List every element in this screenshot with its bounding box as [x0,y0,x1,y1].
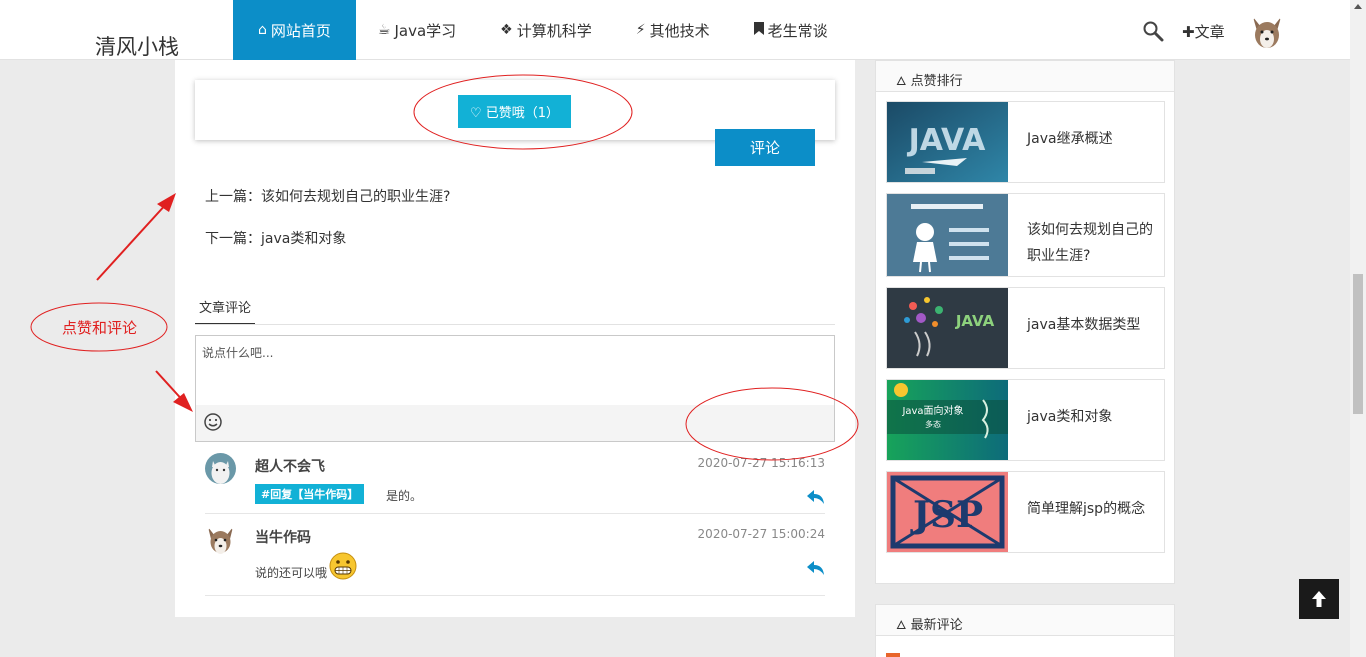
nav-label: Java学习 [394,21,457,40]
write-article-button[interactable]: ✚文章 [1182,21,1225,42]
nav-item-other[interactable]: ⚡ 其他技术 [614,0,732,60]
ranking-thumbnail: JAVA [887,102,1008,182]
ranking-item[interactable]: 该如何去规划自己的 职业生涯? [886,193,1165,277]
annotation-arrow-up [96,201,169,281]
ranking-item[interactable]: JSP 简单理解jsp的概念 [886,471,1165,553]
sidebar-heading: 🜂 最新评论 [876,605,1174,636]
svg-text:JSP: JSP [910,494,983,536]
back-to-top-button[interactable] [1299,579,1339,619]
scroll-thumb[interactable] [1353,274,1363,414]
divider [205,513,825,514]
comment-input[interactable]: 说点什么吧... [202,344,273,361]
ranking-title-line: 该如何去规划自己的 [1027,222,1153,238]
comment-time: 2020-07-27 15:16:13 [697,456,825,470]
nav-item-cs[interactable]: ❖ 计算机科学 [478,0,614,60]
arrow-up-icon [1312,591,1326,607]
comment-text: 说的还可以哦 [255,566,328,580]
svg-text:JAVA: JAVA [907,123,987,158]
comment-time: 2020-07-27 15:00:24 [697,527,825,541]
scroll-up-arrow-icon[interactable] [1354,4,1362,9]
svg-text:多态: 多态 [925,419,941,429]
commenter-name: 超人不会飞 [255,459,325,475]
ranking-title: Java继承概述 [1027,131,1113,147]
nav-label: 网站首页 [270,21,331,40]
search-icon[interactable] [1142,20,1164,42]
nav-item-java[interactable]: ☕ Java学习 [356,0,478,60]
comment-editor[interactable]: 说点什么吧... [195,335,835,442]
commenter-name: 当牛作码 [255,530,311,546]
reply-tag[interactable]: #回复【当牛作码】 [255,484,365,504]
ranking-title: 简单理解jsp的概念 [1027,501,1146,517]
ranking-title: java基本数据类型 [1027,317,1141,333]
divider [205,595,825,596]
comment-text: 是的。 [386,489,423,503]
ranking-thumbnail: JAVA [887,288,1008,368]
cubes-icon: ❖ [500,22,513,38]
coffee-icon: ☕ [377,22,391,38]
ranking-item[interactable]: JAVA Java继承概述 [886,101,1165,183]
prev-article-link[interactable]: 上一篇：该如何去规划自己的职业生涯? [205,186,450,206]
ranking-thumbnail: Java面向对象 多态 [887,380,1008,460]
list-bullet [886,653,900,657]
tab-article-comments[interactable]: 文章评论 [195,293,255,325]
home-icon: ⌂ [258,22,267,38]
fire-icon: 🜂 [896,618,907,632]
ranking-title: java类和对象 [1027,409,1113,425]
nav-item-home[interactable]: ⌂ 网站首页 [233,0,356,60]
comment-item: 超人不会飞 2020-07-27 15:16:13 #回复【当牛作码】 是的。 [205,453,825,513]
ranking-title-line: 职业生涯? [1027,248,1091,264]
main-nav: ⌂ 网站首页 ☕ Java学习 ❖ 计算机科学 ⚡ 其他技术 老生常谈 [233,0,850,60]
like-button[interactable]: ♡ 已赞哦（1） [458,95,571,128]
ranking-item[interactable]: Java面向对象 多态 java类和对象 [886,379,1165,461]
comment-toolbar [196,405,834,441]
sidebar-heading: 🜂 点赞排行 [876,61,1174,92]
sidebar-heading-label: 点赞排行 [910,74,963,89]
reply-icon[interactable] [807,489,825,504]
annotation-label: 点赞和评论 [62,319,138,337]
commenter-avatar[interactable] [205,453,236,484]
ranking-thumbnail [887,194,1008,276]
ranking-item[interactable]: JAVA java基本数据类型 [886,287,1165,369]
sidebar-latest-comments: 🜂 最新评论 [875,604,1175,657]
svg-text:JAVA: JAVA [955,312,995,330]
article-main: ♡ 已赞哦（1） 上一篇：该如何去规划自己的职业生涯? 下一篇：java类和对象… [175,60,855,617]
bolt-icon: ⚡ [635,22,646,38]
reply-icon[interactable] [807,560,825,575]
top-navbar: 清风小栈 ⌂ 网站首页 ☕ Java学习 ❖ 计算机科学 ⚡ 其他技术 老生常谈… [0,0,1350,60]
site-brand[interactable]: 清风小栈 [95,31,179,61]
submit-comment-button[interactable]: 评论 [715,129,815,166]
next-article-link[interactable]: 下一篇：java类和对象 [205,228,346,248]
fire-icon: 🜂 [896,74,907,88]
grin-emoji-icon [329,552,357,580]
sidebar-ranking: 🜂 点赞排行 JAVA Java继承概述 该如何去规划自己的 职业生涯? JAV… [875,60,1175,584]
page-scrollbar[interactable] [1350,0,1366,657]
bookmark-icon [753,21,764,39]
smiley-icon[interactable] [203,412,223,432]
svg-text:Java面向对象: Java面向对象 [901,404,963,417]
nav-label: 其他技术 [649,21,710,40]
nav-item-talk[interactable]: 老生常谈 [732,0,850,60]
sidebar-heading-label: 最新评论 [910,618,963,633]
ranking-thumbnail: JSP [887,472,1008,552]
divider [195,324,835,325]
comment-item: 当牛作码 2020-07-27 15:00:24 说的还可以哦 [205,524,825,594]
commenter-avatar[interactable] [205,524,236,555]
nav-label: 计算机科学 [516,21,592,40]
nav-label: 老生常谈 [767,21,828,40]
user-avatar[interactable] [1249,13,1285,51]
